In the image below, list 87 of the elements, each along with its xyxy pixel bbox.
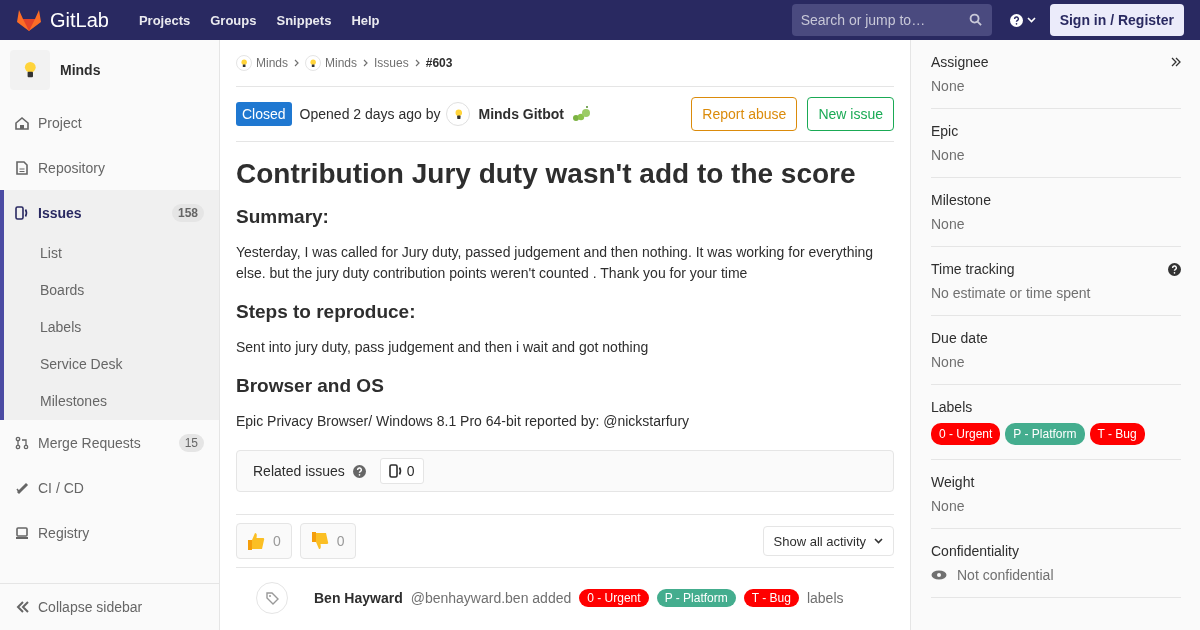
merge-request-icon: [15, 435, 29, 450]
sidebar-item[interactable]: Merge Requests 15: [4, 420, 219, 465]
breadcrumb-link[interactable]: Issues: [374, 56, 409, 70]
issue-title: Contribution Jury duty wasn't add to the score: [236, 158, 857, 190]
section-heading: Browser and OS: [236, 375, 385, 397]
chevron-right-icon: [363, 59, 369, 67]
chevron-down-icon: [1026, 17, 1036, 23]
brand-name[interactable]: GitLab: [50, 8, 109, 32]
note-text: labels: [806, 590, 844, 606]
double-chevron-right-icon[interactable]: [1171, 57, 1181, 67]
chevron-right-icon: [414, 59, 420, 67]
search-field[interactable]: Search or jump to…: [791, 4, 992, 36]
breadcrumb-link[interactable]: Minds: [236, 55, 288, 71]
sidebar-subitem[interactable]: Boards: [4, 272, 219, 309]
laptop-icon: [15, 525, 29, 540]
section-heading: Steps to reproduce:: [236, 301, 417, 323]
breadcrumb-link[interactable]: #603: [425, 56, 453, 70]
sidebar-subitem[interactable]: Service Desk: [4, 346, 219, 383]
description-text: Epic Privacy Browser/ Windows 8.1 Pro 64-bit reported by: @nickstarfury: [236, 412, 691, 431]
opened-text: Opened 2 days ago by: [299, 106, 441, 122]
section-heading: Summary:: [236, 206, 330, 228]
sidebar-item[interactable]: Issues 158: [4, 190, 219, 235]
lightbulb-icon: [240, 58, 248, 68]
sidebar-block-title: Assignee: [931, 54, 989, 70]
caterpillar-icon: [572, 105, 593, 123]
nav-link[interactable]: Groups: [210, 12, 257, 28]
sidebar-block-title: Labels: [931, 399, 973, 415]
related-count-badge[interactable]: 0: [379, 458, 424, 484]
sidebar-block-title: Due date: [931, 330, 988, 346]
issues-icon: [15, 205, 29, 220]
sidebar-subitem[interactable]: List: [4, 235, 219, 272]
sidebar-item[interactable]: CI / CD: [4, 465, 219, 510]
sidebar-item[interactable]: Project: [4, 100, 219, 145]
sidebar-item[interactable]: Registry: [4, 510, 219, 555]
sidebar-subitem[interactable]: Labels: [4, 309, 219, 346]
sidebar-block-value: Not confidential: [957, 567, 1054, 583]
nav-link[interactable]: Snippets: [276, 12, 332, 28]
help-icon[interactable]: [1009, 13, 1023, 27]
sidebar-block-value: None: [931, 216, 965, 232]
thumbs-up-icon: [247, 531, 265, 551]
note-author[interactable]: Ben Hayward: [314, 590, 403, 606]
project-name[interactable]: Minds: [60, 62, 101, 78]
status-badge: Closed: [236, 102, 292, 126]
count-badge: 15: [178, 433, 204, 452]
nav-link[interactable]: Help: [351, 12, 380, 28]
search-icon: [968, 13, 982, 26]
author-link[interactable]: Minds Gitbot: [478, 106, 565, 122]
label-tag[interactable]: 0 - Urgent: [579, 589, 649, 607]
lightbulb-icon: [454, 108, 463, 120]
sidebar-block-value: None: [931, 78, 965, 94]
sidebar-subitem[interactable]: Milestones: [4, 383, 219, 420]
new-issue-button[interactable]: New issue: [807, 97, 894, 131]
sidebar-block-value: None: [931, 147, 965, 163]
chevron-right-icon: [294, 59, 299, 67]
description-text: Sent into jury duty, pass judgement and then i wait and got nothing: [236, 338, 650, 357]
sidebar-block-title: Confidentiality: [931, 543, 1019, 559]
issues-icon: [388, 464, 403, 478]
related-issues-label: Related issues: [253, 463, 345, 479]
sidebar-block-title: Epic: [931, 123, 959, 139]
breadcrumb-link[interactable]: Minds: [305, 55, 358, 71]
count-badge: 158: [171, 203, 204, 222]
sidebar-block-title: Weight: [931, 474, 975, 490]
description-text: Yesterday, I was called for Jury duty, passed judgement and then nothing. It was working for everything else. but the jury duty contribution points weren't counted . Thank you for your time: [236, 243, 875, 283]
sidebar-block-title: Time tracking: [931, 261, 1015, 277]
label-tag[interactable]: T - Bug: [743, 589, 799, 607]
home-icon: [15, 115, 29, 130]
sidebar-block-value: None: [931, 354, 965, 370]
sidebar-item[interactable]: Repository: [4, 145, 219, 190]
document-icon: [15, 160, 29, 175]
note-text: @benhayward.ben added: [410, 590, 572, 606]
label-tag[interactable]: T - Bug: [1089, 423, 1145, 445]
double-chevron-left-icon: [16, 601, 30, 613]
sidebar-block-title: Milestone: [931, 192, 991, 208]
thumbs-down-icon: [310, 531, 329, 551]
nav-link[interactable]: Projects: [138, 12, 191, 28]
sign-in-button[interactable]: Sign in / Register: [1049, 4, 1184, 36]
sidebar-block-value: No estimate or time spent: [931, 285, 1091, 301]
tag-icon: [265, 591, 279, 605]
lightbulb-icon: [23, 61, 37, 79]
chevron-down-icon: [874, 538, 883, 544]
activity-filter-dropdown[interactable]: Show all activity: [762, 526, 894, 556]
label-tag[interactable]: 0 - Urgent: [931, 423, 1001, 445]
lightbulb-icon: [309, 58, 317, 68]
eye-icon: [931, 570, 947, 580]
fox-logo-icon[interactable]: [16, 8, 42, 32]
sidebar-block-value: None: [931, 498, 965, 514]
help-icon[interactable]: [1168, 262, 1181, 276]
